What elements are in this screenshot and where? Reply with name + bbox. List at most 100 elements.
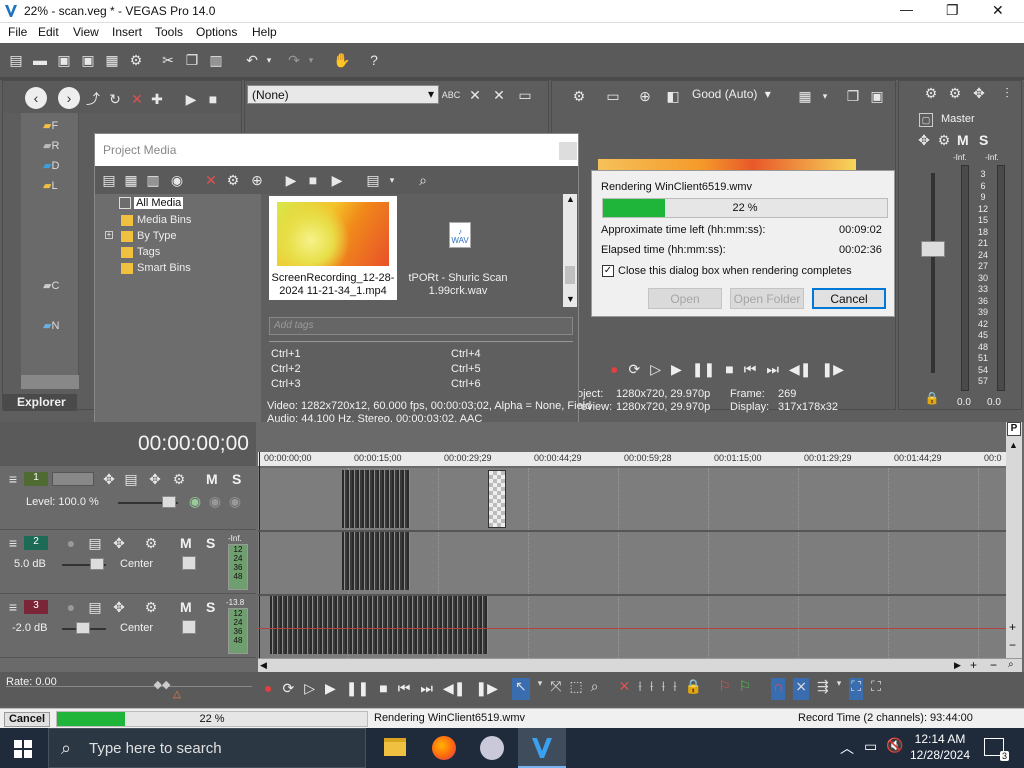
track-fx-icon[interactable]: ✥ [148, 472, 162, 486]
zoom-out-icon[interactable]: − [1009, 638, 1016, 652]
play-icon[interactable]: ▶ [183, 91, 199, 107]
paste-icon[interactable]: ▥ [208, 52, 224, 68]
split-icon[interactable]: ⟊ [673, 678, 677, 700]
undo-dropdown-icon[interactable]: ▾ [264, 52, 274, 68]
menu-tools[interactable]: Tools [155, 25, 183, 39]
start-button[interactable] [14, 740, 32, 758]
firefox-taskbar-icon[interactable] [432, 736, 456, 760]
redo-dropdown-icon[interactable]: ▾ [306, 52, 316, 68]
capture-video-icon[interactable]: ▦ [123, 172, 139, 188]
go-to-start-icon[interactable]: ⏮ [744, 361, 757, 379]
delete-icon[interactable]: ✕ [129, 91, 145, 107]
next-frame-icon[interactable]: ❚▶ [475, 680, 498, 698]
expand-icon[interactable]: + [105, 231, 113, 239]
audio-clip-track2[interactable] [342, 532, 410, 590]
tree-item-c[interactable]: ▰C [43, 279, 59, 292]
scroll-left-icon[interactable]: ◀ [260, 660, 267, 671]
play-icon[interactable]: ▶ [325, 680, 336, 698]
prev-frame-icon[interactable]: ◀❚ [789, 361, 812, 379]
scroll-down-icon[interactable]: ▼ [566, 294, 575, 304]
track-minimize-icon[interactable]: ≡ [6, 600, 20, 614]
video-clip-transparent[interactable] [488, 470, 506, 528]
parent-overlay-icon[interactable]: ◉ [208, 494, 222, 508]
save-as-icon[interactable]: ▣ [80, 52, 96, 68]
loop-icon[interactable]: ⟳ [282, 680, 294, 698]
track-mute-button[interactable]: M [180, 599, 192, 615]
save-icon[interactable]: ▣ [56, 52, 72, 68]
close-button[interactable]: ✕ [992, 2, 1004, 19]
save-snapshot-icon[interactable]: ▣ [868, 87, 886, 105]
up-folder-icon[interactable]: ⤴ [85, 91, 101, 107]
trim-end-icon[interactable]: ⟊ [661, 678, 665, 700]
status-cancel-button[interactable]: Cancel [4, 712, 50, 727]
refresh-icon[interactable]: ↻ [107, 91, 123, 107]
cut-icon[interactable]: ✂ [160, 52, 176, 68]
insert-marker-icon[interactable]: ⚐ [718, 678, 731, 700]
open-button[interactable]: Open [648, 288, 722, 309]
volume-muted-icon[interactable]: 🔇 [886, 737, 903, 754]
tools-icon[interactable]: ✋ [333, 52, 350, 68]
trimmer-dropdown[interactable]: (None) ▾ [247, 85, 439, 104]
clear-icon[interactable]: ✕ [467, 87, 483, 103]
preview-settings-icon[interactable]: ⚙ [570, 87, 588, 105]
master-mixer-icon[interactable]: ⫶ [999, 85, 1015, 101]
copy-icon[interactable]: ❐ [184, 52, 200, 68]
open-icon[interactable]: ▬ [32, 52, 48, 68]
grid-icon[interactable]: ▦ [796, 87, 814, 105]
views-icon[interactable]: ▤ [365, 172, 381, 188]
render-cancel-button[interactable]: Cancel [812, 288, 886, 309]
tree-all-media[interactable]: All Media [119, 197, 184, 211]
track-settings-icon[interactable]: ⚙ [172, 472, 186, 486]
ripple-edit-icon[interactable]: ⇶ [817, 678, 829, 700]
track-composite-icon[interactable]: ▤ [124, 472, 138, 486]
media-fx-icon[interactable]: ⊕ [249, 172, 265, 188]
explorer-hscroll[interactable] [21, 375, 79, 389]
maximize-button[interactable]: ❐ [946, 2, 959, 19]
edit-tool-dropdown-icon[interactable]: ▾ [538, 678, 543, 700]
volume-slider-handle[interactable] [90, 558, 104, 570]
scroll-up-icon[interactable]: ▲ [1009, 440, 1018, 450]
master-pan-icon[interactable]: ✥ [917, 133, 931, 147]
track-minimize-icon[interactable]: ≡ [6, 472, 20, 486]
pause-icon[interactable]: ❚❚ [346, 680, 369, 698]
tags-input[interactable]: Add tags [269, 317, 573, 335]
master-solo-button[interactable]: S [979, 132, 988, 148]
remove-media-icon[interactable]: ✕ [203, 172, 219, 188]
record-icon[interactable]: ● [264, 680, 272, 698]
notifications-button[interactable]: 3 [984, 738, 1009, 761]
stop-icon[interactable]: ■ [205, 91, 221, 107]
tree-item-f[interactable]: ▰F [43, 119, 58, 132]
media-properties-icon[interactable]: ⚙ [225, 172, 241, 188]
scroll-thumb[interactable] [565, 266, 575, 284]
envelope-tool-icon[interactable]: ⤧ [550, 678, 561, 700]
preview-device-icon[interactable]: ▭ [604, 87, 622, 105]
trim-icon[interactable]: ⟊ [638, 678, 642, 700]
menu-view[interactable]: View [73, 25, 99, 39]
play-from-start-icon[interactable]: ▷ [650, 361, 661, 379]
tree-item-d[interactable]: ▰D [43, 159, 59, 172]
add-icon[interactable]: ✚ [149, 91, 165, 107]
child-overlay-icon[interactable]: ◉ [228, 494, 242, 508]
media-item-audio[interactable]: ♪ WAV tPORt - Shuric Scan 1.99crk.wav [403, 196, 513, 300]
scroll-up-icon[interactable]: ▲ [566, 194, 575, 204]
zoom-in-icon[interactable]: + [1009, 620, 1016, 634]
track-solo-button[interactable]: S [206, 599, 215, 615]
vegas-taskbar-icon[interactable] [518, 728, 566, 768]
preview-quality-dropdown[interactable]: Good (Auto) ▾ [692, 87, 787, 105]
timeline-vscroll[interactable]: P ▲ + − [1006, 422, 1022, 658]
go-to-end-icon[interactable]: ⏭ [766, 361, 779, 379]
trimmer-layout-icon[interactable]: ▭ [517, 87, 533, 103]
zoom-edit-tool-icon[interactable]: ⌕ [591, 678, 599, 700]
track-pan-icon[interactable]: ✥ [112, 536, 126, 550]
loop-icon[interactable]: ⟳ [628, 361, 640, 379]
track-name-field[interactable] [52, 472, 94, 486]
track-minimize-icon[interactable]: ≡ [6, 536, 20, 550]
master-fader-handle[interactable] [921, 241, 945, 257]
close-when-done-checkbox[interactable]: ✓ [602, 265, 614, 277]
track-input-icon[interactable]: ▤ [88, 536, 102, 550]
master-mute-button[interactable]: M [957, 132, 969, 148]
media-play-icon[interactable]: ▶ [283, 172, 299, 188]
go-to-end-icon[interactable]: ⏭ [420, 680, 433, 698]
zoom-in-h-icon[interactable]: + [970, 658, 977, 672]
master-fx-chain-icon[interactable]: ⚙ [937, 133, 951, 147]
